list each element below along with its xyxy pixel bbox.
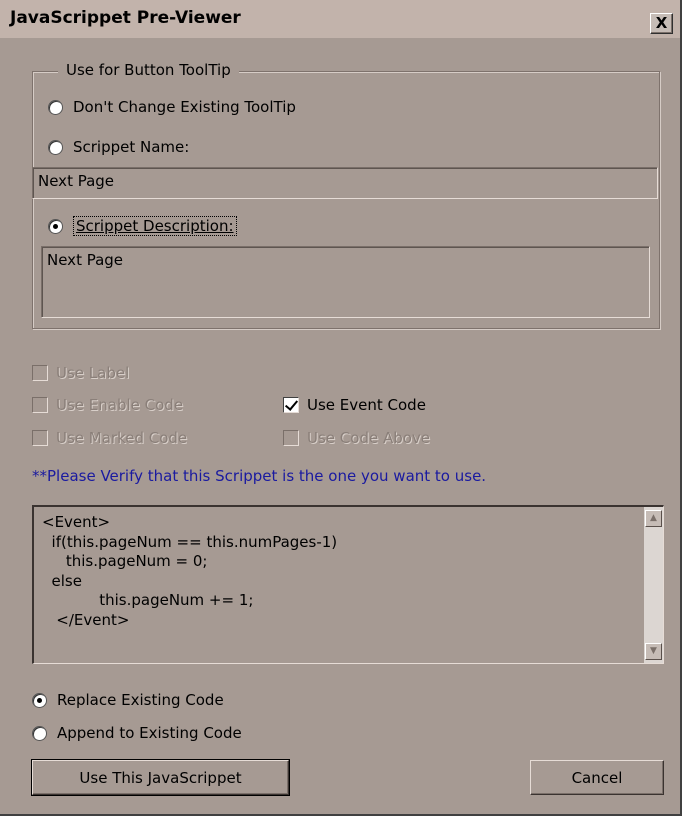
scrippet-description-field[interactable]: Next Page — [41, 246, 650, 318]
window-title: JavaScrippet Pre-Viewer — [10, 8, 241, 28]
radio-dont-change-tooltip[interactable]: Don't Change Existing ToolTip — [48, 98, 296, 116]
verify-message: **Please Verify that this Scrippet is th… — [32, 467, 487, 485]
code-preview[interactable]: <Event> if(this.pageNum == this.numPages… — [32, 505, 664, 664]
radio-replace-existing-code[interactable]: Replace Existing Code — [32, 691, 224, 709]
code-line: if(this.pageNum == this.numPages-1) — [42, 532, 338, 551]
code-text: <Event> if(this.pageNum == this.numPages… — [42, 513, 337, 630]
use-javascrippet-button[interactable]: Use This JavaScrippet — [31, 759, 290, 796]
scroll-down-button[interactable]: ▼ — [645, 643, 662, 660]
code-line: <Event> — [42, 513, 111, 531]
checkbox-use-event-code[interactable]: Use Event Code — [283, 396, 426, 414]
code-line: </Event> — [42, 610, 130, 629]
checkbox-use-label[interactable]: Use Label — [32, 364, 129, 382]
checkbox-label: Use Marked Code — [56, 429, 188, 447]
scrippet-name-field[interactable]: Next Page — [32, 167, 658, 199]
checkbox-label: Use Label — [56, 364, 130, 382]
radio-label: Scrippet Description: — [73, 216, 237, 236]
radio-icon — [48, 99, 63, 115]
scroll-up-button[interactable]: ▲ — [645, 510, 662, 527]
cancel-button[interactable]: Cancel — [530, 760, 664, 795]
code-line: this.pageNum = 0; — [42, 552, 208, 570]
code-line: else — [42, 571, 82, 590]
code-line: this.pageNum += 1; — [42, 591, 254, 609]
radio-append-existing-code[interactable]: Append to Existing Code — [32, 724, 242, 742]
checkbox-icon — [283, 430, 299, 446]
checkbox-use-marked-code[interactable]: Use Marked Code — [32, 429, 187, 447]
radio-selected-icon — [48, 218, 63, 234]
radio-icon — [32, 725, 47, 741]
checkbox-icon — [32, 365, 48, 381]
checkbox-icon — [32, 430, 48, 446]
radio-label: Append to Existing Code — [57, 724, 242, 742]
radio-selected-icon — [32, 692, 47, 708]
checkbox-use-enable-code[interactable]: Use Enable Code — [32, 396, 183, 414]
checkbox-use-code-above[interactable]: Use Code Above — [283, 429, 430, 447]
radio-label: Scrippet Name: — [73, 138, 190, 156]
radio-label: Replace Existing Code — [57, 691, 224, 709]
checkbox-checked-icon — [283, 397, 299, 413]
tooltip-group-legend: Use for Button ToolTip — [58, 61, 239, 79]
close-icon: X — [655, 14, 668, 32]
radio-scrippet-name[interactable]: Scrippet Name: — [48, 138, 189, 156]
arrow-down-icon: ▼ — [650, 646, 657, 656]
dialog-window: JavaScrippet Pre-Viewer X Use for Button… — [0, 0, 682, 816]
title-bar[interactable]: JavaScrippet Pre-Viewer X — [0, 0, 680, 38]
checkbox-label: Use Code Above — [307, 429, 431, 447]
radio-icon — [48, 139, 63, 155]
checkbox-icon — [32, 397, 48, 413]
checkbox-label: Use Enable Code — [56, 396, 184, 414]
radio-label: Don't Change Existing ToolTip — [73, 98, 296, 116]
vertical-scrollbar[interactable]: ▲ ▼ — [644, 507, 663, 663]
radio-scrippet-description[interactable]: Scrippet Description: — [48, 216, 237, 236]
arrow-up-icon: ▲ — [650, 513, 657, 523]
close-button[interactable]: X — [650, 13, 673, 34]
checkbox-label: Use Event Code — [307, 396, 426, 414]
